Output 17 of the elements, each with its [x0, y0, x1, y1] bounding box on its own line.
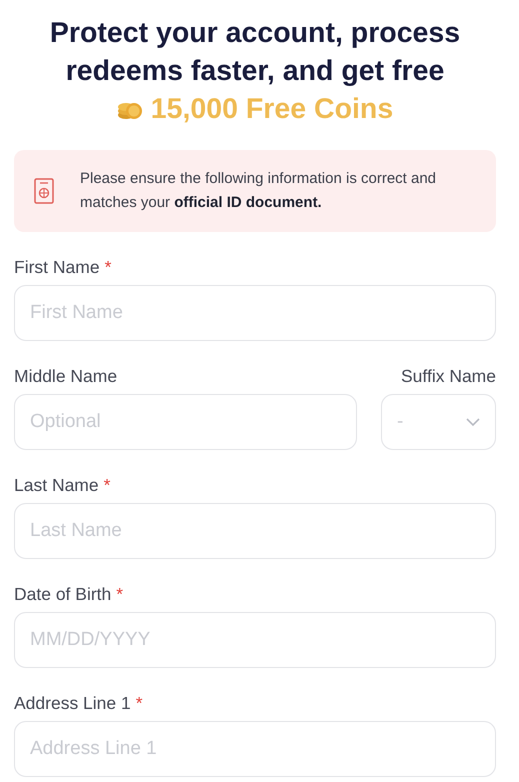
- field-label: Date of Birth: [14, 584, 112, 605]
- field-label: Address Line 1: [14, 693, 131, 714]
- field-label: Middle Name: [14, 366, 118, 387]
- field-label: Suffix Name: [401, 366, 496, 387]
- required-marker: *: [104, 475, 110, 496]
- heading-line: redeems faster, and get free: [66, 54, 444, 89]
- notice-text: Please ensure the following information is correct and matches your official ID document.: [80, 169, 438, 213]
- field-label: Last Name: [14, 475, 99, 496]
- passport-icon: [34, 178, 54, 204]
- heading-line: Protect your account, process: [50, 16, 460, 51]
- suffix-dropdown[interactable]: -: [381, 394, 496, 450]
- required-marker: *: [104, 257, 112, 278]
- chevron-down-icon: [466, 418, 480, 426]
- required-marker: *: [116, 584, 124, 605]
- required-marker: *: [136, 693, 143, 714]
- field-label: First Name: [14, 257, 100, 278]
- reward-text: 15,000 Free Coins: [150, 92, 394, 127]
